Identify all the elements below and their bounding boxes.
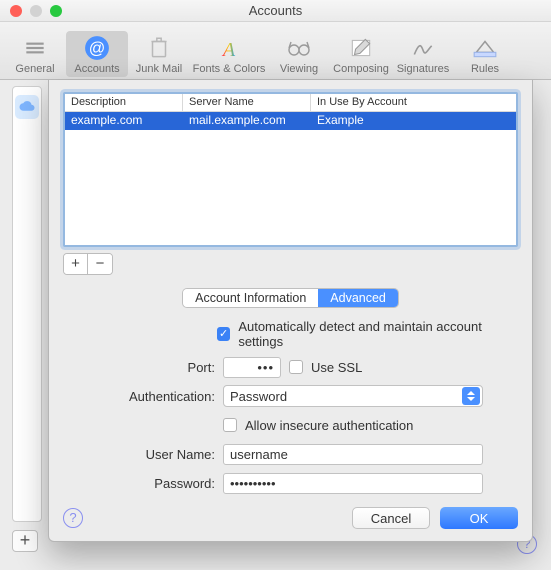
col-server[interactable]: Server Name	[183, 94, 311, 111]
trash-icon	[144, 34, 174, 62]
col-description[interactable]: Description	[65, 94, 183, 111]
toolbar-rules[interactable]: Rules	[454, 31, 516, 77]
toolbar-label: Accounts	[74, 63, 119, 75]
remove-button[interactable]: −	[88, 254, 112, 274]
toolbar-general[interactable]: General	[4, 31, 66, 77]
toolbar-label: Viewing	[280, 63, 318, 75]
main: + ? Description Server Name In Use By Ac…	[0, 80, 551, 570]
svg-text:A: A	[221, 39, 236, 61]
ssl-label: Use SSL	[311, 360, 362, 375]
at-icon: @	[82, 34, 112, 62]
toolbar-fonts[interactable]: A Fonts & Colors	[190, 31, 268, 77]
add-remove-stepper: + −	[63, 253, 113, 275]
username-label: User Name:	[63, 447, 223, 462]
insecure-checkbox[interactable]	[223, 418, 237, 432]
toolbar-viewing[interactable]: Viewing	[268, 31, 330, 77]
toolbar-label: General	[15, 63, 54, 75]
titlebar: Accounts	[0, 0, 551, 22]
prefs-toolbar: General @ Accounts Junk Mail A Fonts & C…	[0, 22, 551, 80]
port-label: Port:	[63, 360, 223, 375]
toolbar-label: Junk Mail	[136, 63, 182, 75]
account-sidebar	[12, 86, 42, 522]
cloud-icon[interactable]	[15, 95, 39, 119]
rules-icon	[470, 34, 500, 62]
cancel-button[interactable]: Cancel	[352, 507, 430, 529]
toolbar-label: Composing	[333, 63, 389, 75]
auto-detect-checkbox[interactable]	[217, 327, 231, 341]
toolbar-label: Rules	[471, 63, 499, 75]
col-inuse[interactable]: In Use By Account	[311, 94, 516, 111]
signature-icon	[408, 34, 438, 62]
username-field[interactable]	[223, 444, 483, 465]
cell-server: mail.example.com	[183, 112, 311, 130]
table-header: Description Server Name In Use By Accoun…	[65, 94, 516, 112]
auto-detect-label: Automatically detect and maintain accoun…	[238, 319, 518, 349]
cell-description: example.com	[65, 112, 183, 130]
toolbar-composing[interactable]: Composing	[330, 31, 392, 77]
tab-advanced[interactable]: Advanced	[318, 289, 398, 307]
window-title: Accounts	[0, 3, 551, 18]
toolbar-signatures[interactable]: Signatures	[392, 31, 454, 77]
auth-label: Authentication:	[63, 389, 223, 404]
ssl-checkbox[interactable]	[289, 360, 303, 374]
password-label: Password:	[63, 476, 223, 491]
auth-select[interactable]: Password	[223, 385, 483, 407]
fonts-icon: A	[214, 34, 244, 62]
glasses-icon	[284, 34, 314, 62]
compose-icon	[346, 34, 376, 62]
server-sheet: Description Server Name In Use By Accoun…	[48, 80, 533, 542]
toolbar-label: Signatures	[397, 63, 450, 75]
port-field[interactable]	[223, 357, 281, 378]
add-account-button[interactable]: +	[12, 530, 38, 552]
help-icon[interactable]: ?	[63, 508, 83, 528]
toolbar-accounts[interactable]: @ Accounts	[66, 31, 128, 77]
table-row[interactable]: example.com mail.example.com Example	[65, 112, 516, 130]
password-field[interactable]	[223, 473, 483, 494]
tab-segment: Account Information Advanced	[183, 289, 398, 307]
cell-inuse: Example	[311, 112, 516, 130]
toolbar-junk[interactable]: Junk Mail	[128, 31, 190, 77]
insecure-label: Allow insecure authentication	[245, 418, 413, 433]
add-button[interactable]: +	[64, 254, 88, 274]
gear-icon	[20, 34, 50, 62]
auth-value: Password	[230, 389, 287, 404]
svg-text:@: @	[89, 39, 106, 57]
tab-account-info[interactable]: Account Information	[183, 289, 318, 307]
toolbar-label: Fonts & Colors	[193, 63, 266, 75]
server-table[interactable]: Description Server Name In Use By Accoun…	[63, 92, 518, 247]
ok-button[interactable]: OK	[440, 507, 518, 529]
dropdown-arrows-icon	[462, 387, 480, 405]
